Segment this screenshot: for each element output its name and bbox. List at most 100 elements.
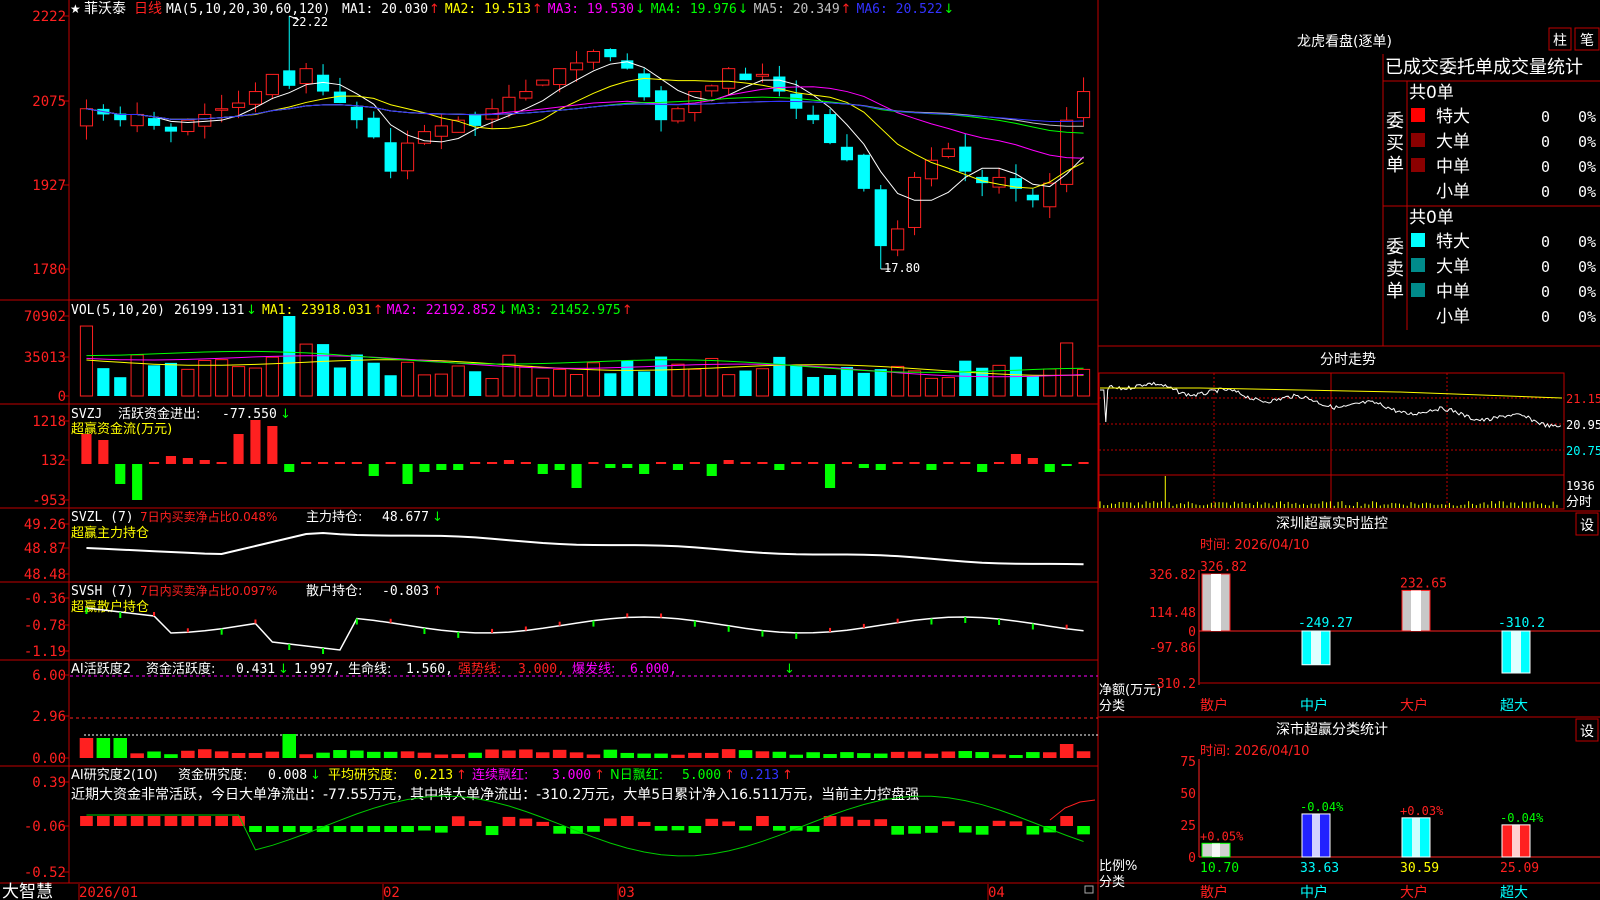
ai1-bar bbox=[147, 751, 161, 758]
vol-bar bbox=[231, 366, 246, 397]
sell-row-val-0: 0 bbox=[1541, 233, 1550, 251]
svsh-yticks-2: -1.19 bbox=[24, 644, 66, 660]
ai2-bar bbox=[553, 826, 566, 834]
candle-body bbox=[840, 146, 854, 161]
svzj-bar bbox=[385, 462, 396, 464]
ai2-red-label: 连续飘红: bbox=[472, 767, 528, 783]
monitor-ytick-1: 114.48 bbox=[1149, 606, 1196, 621]
candle-body bbox=[959, 146, 972, 172]
vol-bar bbox=[316, 344, 330, 396]
candle-body bbox=[231, 102, 246, 108]
ai2-bar bbox=[891, 826, 904, 835]
candle-body bbox=[283, 70, 296, 86]
ai1-bar bbox=[941, 751, 956, 758]
sell-swatch-0 bbox=[1411, 233, 1425, 247]
ai2-bar bbox=[282, 826, 296, 832]
svzj-bar bbox=[977, 464, 988, 472]
lock-icon[interactable] bbox=[1084, 885, 1094, 894]
candle-body bbox=[79, 108, 94, 127]
svzj-bar bbox=[284, 464, 295, 472]
ai2-bar bbox=[756, 816, 769, 826]
buy-row-val-2: 0 bbox=[1541, 158, 1550, 176]
ai1-bar bbox=[992, 754, 1006, 758]
svzj-bar bbox=[81, 434, 92, 464]
vol-bar bbox=[248, 367, 263, 397]
vol-bar bbox=[265, 356, 279, 397]
buy-swatch-1 bbox=[1411, 133, 1425, 147]
svzj-bar bbox=[317, 462, 329, 464]
ai2-bar bbox=[722, 821, 735, 826]
ai1-bar bbox=[569, 752, 584, 758]
period-label[interactable]: 日线 bbox=[134, 1, 162, 17]
ai2-bar bbox=[113, 816, 127, 826]
candle-body bbox=[553, 68, 567, 86]
monitor-bar-shine-0 bbox=[1211, 574, 1221, 631]
x-axis: 2026/01 02 03 04 bbox=[78, 884, 1094, 900]
ai2-nred-value: 5.000 bbox=[682, 768, 721, 783]
svzl-yticks-1: 48.87 bbox=[24, 541, 66, 557]
intraday-vol-unit: 分时 bbox=[1566, 495, 1592, 510]
vol-header: VOL(5,10,20) 26199.131 ↓ MA1: 23918.031 ↑ MA2… bbox=[71, 303, 633, 318]
ma-arrow-5: ↑ bbox=[841, 2, 852, 17]
vol-bar bbox=[790, 364, 803, 396]
ai2-last-value: 0.213 bbox=[740, 768, 779, 783]
buy-swatch-2 bbox=[1411, 158, 1425, 172]
vol-bar bbox=[739, 370, 752, 396]
ai2-bar bbox=[485, 826, 499, 836]
ai2-header: AI研究度2(10) 资金研究度: 0.008 ↓ 平均研究度: 0.213 ↑… bbox=[71, 767, 919, 803]
lhb-tab-header[interactable]: 已成交委托单成交量统计 bbox=[1385, 57, 1583, 78]
svzj-bar bbox=[909, 462, 920, 464]
vol-bar bbox=[1026, 376, 1039, 396]
ai1-bar bbox=[299, 754, 313, 758]
vol-bar bbox=[434, 373, 448, 397]
ai1-bar bbox=[333, 750, 347, 758]
sell-row-pct-2: 0% bbox=[1578, 283, 1596, 301]
svzj-bar bbox=[706, 464, 717, 476]
intraday-price-line bbox=[1100, 381, 1562, 429]
classify-value-2: 30.59 bbox=[1400, 861, 1439, 876]
buy-label-1: 委 bbox=[1386, 111, 1404, 132]
candle-body bbox=[1060, 119, 1074, 185]
svzl-line bbox=[86, 531, 1084, 566]
intraday-title[interactable]: 分时走势 bbox=[1320, 352, 1376, 368]
ma-arrow-1: ↑ bbox=[429, 2, 440, 17]
vol-bar bbox=[469, 371, 482, 396]
monitor-settings-label: 设 bbox=[1580, 518, 1594, 534]
ai2-bar bbox=[705, 818, 719, 826]
candle-body bbox=[874, 189, 887, 247]
vol-ma-arrow-3: ↑ bbox=[622, 303, 633, 318]
price-yticks: 2222 2075 1927 1780 bbox=[32, 9, 69, 278]
svsh-chart bbox=[85, 607, 1084, 654]
ai1-bar bbox=[654, 753, 668, 758]
vol-bar bbox=[941, 377, 955, 397]
svzj-bar bbox=[960, 462, 971, 464]
vol-bar bbox=[773, 356, 786, 396]
intraday-panel: 分时走势 21.15 20.95 20.75 1936 分时 bbox=[1098, 352, 1600, 510]
vol-bar bbox=[604, 373, 617, 396]
sell-row-name-2: 中单 bbox=[1436, 282, 1470, 302]
classify-cat-1: 中户 bbox=[1300, 884, 1328, 900]
buy-row-name-3: 小单 bbox=[1436, 182, 1470, 202]
ai1-bar bbox=[350, 750, 364, 758]
ai2-arrow: ↓ bbox=[310, 768, 321, 783]
svzj-bar bbox=[605, 464, 616, 468]
ma-values: MA1: 20.030 ↑ MA2: 19.513 ↑ MA3: 19.530 ↓ MA4:… bbox=[342, 2, 954, 17]
classify-ytick-0: 75 bbox=[1180, 755, 1196, 770]
candle-body bbox=[265, 73, 279, 96]
classify-ylabel: 比例% bbox=[1099, 859, 1137, 874]
candle-body bbox=[469, 113, 482, 126]
ai1-yticks-2: 0.00 bbox=[32, 751, 66, 767]
buy-row-val-1: 0 bbox=[1541, 133, 1550, 151]
ai1-bar bbox=[502, 750, 516, 758]
buy-row-name-1: 大单 bbox=[1436, 132, 1470, 152]
svzj-bar bbox=[368, 464, 379, 476]
ai1-bar bbox=[181, 750, 195, 758]
svzl-chart bbox=[86, 531, 1084, 566]
ai2-bar bbox=[97, 816, 110, 826]
price-yticks-0: 2222 bbox=[32, 9, 66, 25]
ai2-bar bbox=[688, 826, 702, 833]
svzj-bar bbox=[740, 462, 751, 464]
svzl-title: SVZL (7) bbox=[71, 510, 134, 525]
ai2-bar bbox=[350, 826, 364, 832]
svzj-bar bbox=[520, 462, 531, 464]
